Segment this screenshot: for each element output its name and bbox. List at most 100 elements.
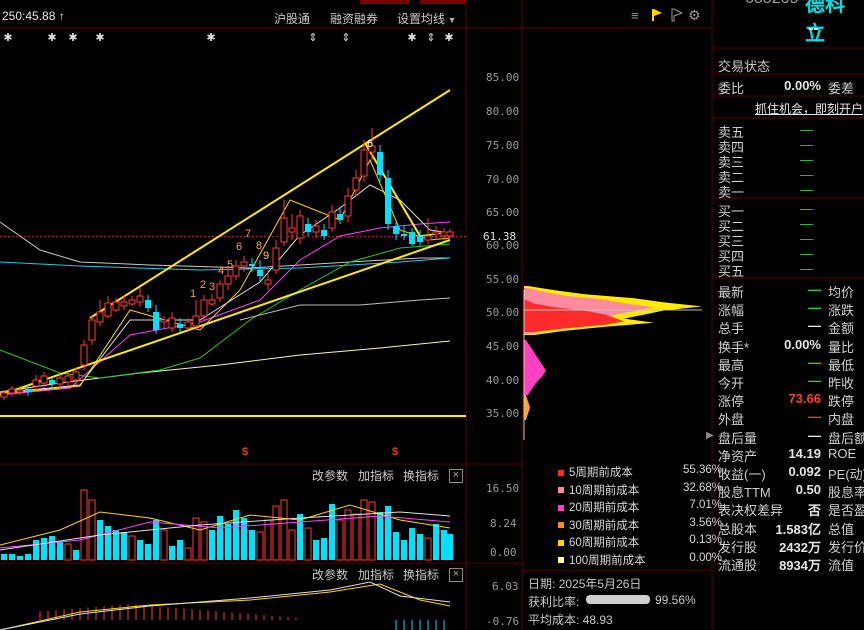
switch-indicator-button[interactable]: 换指标	[403, 467, 439, 484]
settings-gear-icon[interactable]: ⚙	[688, 7, 701, 24]
flag-icon[interactable]	[650, 8, 664, 22]
candle-body-up	[168, 317, 176, 329]
legend-swatch	[558, 539, 564, 546]
quote-value: —	[808, 427, 821, 443]
volume-bar-up	[288, 529, 296, 561]
volume-bar-down	[97, 520, 103, 560]
candle-body-up	[0, 392, 8, 398]
flag-outline-icon[interactable]	[670, 8, 684, 22]
volume-bar-down	[401, 540, 407, 560]
price-tick: 70.00	[486, 173, 520, 186]
quote-label-right: 盘后额	[828, 430, 864, 446]
candle-body-up	[424, 235, 432, 241]
volume-bar-down	[73, 550, 79, 560]
vol-tick-low: 0.00	[490, 546, 517, 559]
volume-bar-down	[57, 542, 63, 560]
signal-s-icon: $	[242, 446, 248, 458]
volume-bar-down	[241, 518, 247, 560]
candle-body-up	[328, 211, 336, 229]
quote-label-right: 是否盈利	[828, 503, 864, 519]
trend-lower-line	[0, 239, 451, 396]
wave-count-label: 8	[256, 240, 262, 252]
legend-swatch	[558, 504, 564, 511]
candle-body-down	[249, 264, 255, 266]
vol-tick-high: 16.50	[486, 482, 520, 495]
candle-body-down	[377, 152, 383, 175]
modify-params-button[interactable]: 改参数	[312, 467, 348, 484]
event-star-icon: ✱	[407, 32, 416, 44]
candle-body-up	[224, 275, 232, 285]
quote-label-right: PE(动)	[828, 467, 864, 482]
buy-level-price: —	[800, 201, 813, 216]
candle-body-down	[257, 270, 263, 276]
close-indicator-icon[interactable]: ×	[449, 469, 463, 483]
legend-swatch	[558, 522, 564, 529]
volume-bar-down	[33, 540, 39, 560]
quote-label: 今开	[718, 376, 745, 391]
collapse-arrow-icon[interactable]: ▶	[706, 430, 714, 441]
sell-level-price: —	[800, 152, 813, 167]
candle-body-up	[232, 265, 240, 277]
volume-bar-down	[209, 530, 215, 560]
ma-line-magenta	[0, 221, 451, 396]
candle-body-down	[385, 178, 391, 224]
volume-bar-up	[352, 513, 360, 561]
candle-body-up	[344, 195, 352, 217]
candle-body-down	[153, 312, 159, 330]
volume-bar-down	[145, 544, 151, 560]
candle-body-up	[16, 389, 24, 393]
tab-ma-settings[interactable]: 设置均线 ▼	[397, 10, 456, 27]
tab-margin-trading[interactable]: 融资融券	[330, 10, 378, 27]
candle-body-up	[352, 177, 360, 191]
buy-level-price: —	[800, 231, 813, 246]
weibi-label: 委比	[718, 81, 745, 96]
candle-body-down	[145, 300, 151, 308]
quote-label-right: 总值	[828, 521, 855, 537]
chip-band-20	[524, 340, 546, 395]
volume-bar-down	[385, 506, 391, 560]
sell-level-label: 卖一	[718, 185, 745, 200]
wave-count-label: 3	[209, 281, 215, 293]
volume-bar-up	[304, 527, 312, 561]
quote-label: 涨幅	[718, 303, 745, 319]
candle-body-down	[337, 214, 343, 220]
candle-body-up	[446, 231, 454, 237]
price-tick: 80.00	[486, 105, 520, 118]
top-tab-marker	[420, 0, 466, 4]
price-tick: 65.00	[486, 206, 520, 219]
volume-bar-down	[377, 512, 383, 560]
chip-legend-item: 10周期前成本 32.68%	[558, 482, 722, 498]
signal-s-icon: $	[392, 446, 398, 458]
tab-hsgt[interactable]: 沪股通	[274, 10, 310, 27]
macd-dea-line	[0, 583, 451, 630]
add-indicator-button-2[interactable]: 加指标	[358, 566, 394, 583]
candle-body-up	[120, 301, 128, 307]
quote-label: 最新	[718, 285, 745, 300]
volume-bar-down	[9, 554, 15, 560]
volume-bar-down	[49, 536, 55, 560]
add-indicator-button[interactable]: 加指标	[358, 467, 394, 484]
close-indicator-icon-2[interactable]: ×	[449, 568, 463, 582]
candle-body-up	[312, 225, 320, 233]
candle-body-up	[272, 247, 280, 271]
chip-avg-cost: 平均成本: 48.93	[528, 613, 613, 627]
volume-bar-up	[64, 543, 72, 561]
modify-params-button-2[interactable]: 改参数	[312, 566, 348, 583]
switch-indicator-button-2[interactable]: 换指标	[403, 566, 439, 583]
candle-body-up	[280, 217, 288, 243]
open-account-link[interactable]: 抓住机会，即刻开户	[755, 100, 863, 117]
quote-label-right: 最低	[828, 357, 855, 373]
volume-bar-down	[41, 538, 47, 560]
sell-level-price: —	[800, 122, 813, 137]
quote-value: 否	[807, 503, 821, 519]
volume-bar-up	[264, 519, 272, 561]
wave-count-label: 1	[190, 288, 196, 300]
candle-body-down	[393, 226, 399, 234]
quote-value: 14.19	[788, 445, 821, 461]
candle-body-down	[49, 380, 55, 384]
quote-value: 1.583亿	[775, 521, 821, 537]
price-tick: 35.00	[486, 407, 520, 420]
draw-tool-icon[interactable]: ≡	[631, 8, 645, 23]
candle-body-up	[184, 321, 192, 329]
candle-body-up	[264, 279, 272, 285]
